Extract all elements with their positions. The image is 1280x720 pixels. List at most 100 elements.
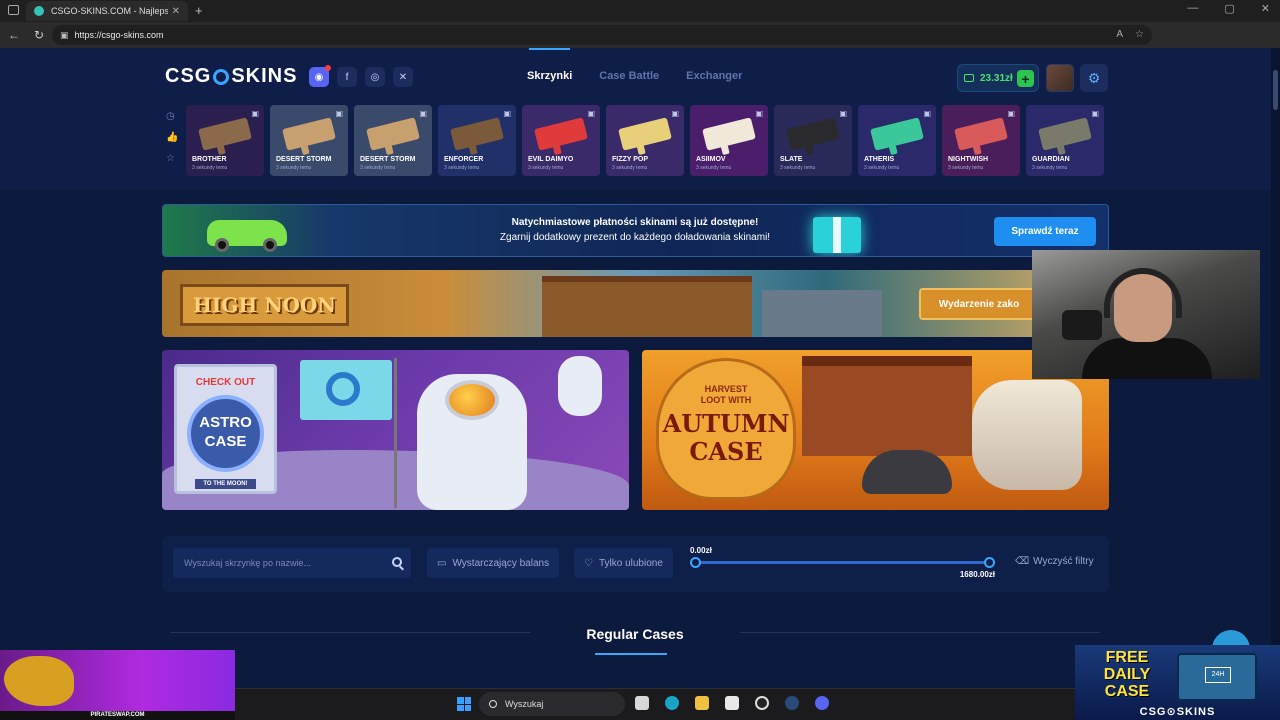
event-button[interactable]: Wydarzenie zako [919,288,1039,320]
live-drop-card[interactable]: ▣ SLATE 3 sekundy temu [774,105,852,176]
steam-icon[interactable] [785,696,799,710]
taskbar-search[interactable]: Wyszukaj [479,692,625,716]
sack-illustration [862,450,952,494]
star-icon[interactable]: ☆ [166,153,178,164]
instagram-icon[interactable]: ◎ [365,67,385,87]
tab-actions-icon[interactable] [8,5,19,15]
balance-widget[interactable]: 23.31zł + [957,64,1039,92]
live-drop-card[interactable]: ▣ ATHERIS 3 sekundy temu [858,105,936,176]
x-icon[interactable]: ✕ [393,67,413,87]
enough-balance-toggle[interactable]: ▭ Wystarczający balans [427,548,560,578]
weapon-skin-image [450,117,504,151]
barn-illustration [802,356,972,456]
price-min-label: 0.00zł [690,546,712,555]
live-drop-card[interactable]: ▣ DESERT STORM 3 sekundy temu [354,105,432,176]
astro-case-promo[interactable]: CHECK OUT ASTRO CASE TO THE MOON! [162,350,629,510]
discord-icon[interactable]: ◉ [309,65,331,87]
case-link-icon[interactable]: ▣ [755,109,763,118]
user-avatar[interactable] [1046,64,1074,92]
minimize-button[interactable]: — [1187,2,1198,15]
browser-tab[interactable]: CSGO-SKINS.COM - Najlepsze Sk ✕ [26,1,188,21]
drop-skin-name: NIGHTWISH [948,156,989,163]
thumbs-up-icon[interactable]: 👍 [166,132,178,143]
obs-icon[interactable] [755,696,769,710]
live-drop-card[interactable]: ▣ GUARDIAN 3 sekundy temu [1026,105,1104,176]
enough-balance-label: Wystarczający balans [452,557,550,569]
case-link-icon[interactable]: ▣ [251,109,259,118]
discord-app-icon[interactable] [815,696,829,710]
parrot-illustration [4,656,74,706]
case-link-icon[interactable]: ▣ [335,109,343,118]
heart-icon: ♡ [584,557,593,569]
new-tab-button[interactable]: + [195,3,203,18]
close-window-button[interactable]: ✕ [1261,2,1270,15]
drop-time: 3 sekundy temu [864,165,900,171]
taskbar-search-icon [489,700,497,708]
case-link-icon[interactable]: ▣ [923,109,931,118]
edge-icon[interactable] [665,696,679,710]
high-noon-event-banner[interactable]: HIGH NOON Wydarzenie zako [162,270,1109,337]
site-logo[interactable]: CSG SKINS [165,65,297,88]
nav-tab-exchanger[interactable]: Exchanger [686,70,742,82]
car-wheel-front [215,238,229,252]
nav-tab-cases[interactable]: Skrzynki [527,48,572,82]
task-view-icon[interactable] [635,696,649,710]
payments-text: Natychmiastowe płatności skinami są już … [463,215,807,245]
logo-text-right: SKINS [231,65,298,87]
case-link-icon[interactable]: ▣ [671,109,679,118]
address-bar-row: ← ↻ ▣ https://csgo-skins.com A ☆ ⚙ ☰ ● ⋯ [0,22,1280,62]
nav-tab-case-battle[interactable]: Case Battle [599,70,659,82]
favorite-star-icon[interactable]: ☆ [1135,29,1144,40]
windows-start-icon[interactable] [457,697,471,711]
live-drop-card[interactable]: ▣ DESERT STORM 3 sekundy temu [270,105,348,176]
file-explorer-icon[interactable] [695,696,709,710]
skin-payments-banner: Natychmiastowe płatności skinami są już … [162,204,1109,257]
clear-filters-button[interactable]: ⌫ Wyczyść filtry [1015,556,1094,567]
page-scrollbar[interactable] [1271,48,1280,688]
wallet-icon: ▭ [437,557,447,569]
favorites-only-toggle[interactable]: ♡ Tylko ulubione [574,548,673,578]
live-drop-card[interactable]: ▣ EVIL DAIMYO 3 sekundy temu [522,105,600,176]
case-link-icon[interactable]: ▣ [839,109,847,118]
live-drop-card[interactable]: ▣ BROTHER 3 sekundy temu [186,105,264,176]
site-info-icon[interactable]: ▣ [60,30,69,41]
autumn-case-title: AUTUMN CASE [662,409,790,466]
tab-close-icon[interactable]: ✕ [172,6,180,17]
live-drop-card[interactable]: ▣ FIZZY POP 3 sekundy temu [606,105,684,176]
back-icon[interactable]: ← [8,28,20,42]
url-field[interactable]: ▣ https://csgo-skins.com A ☆ [52,25,1152,45]
case-search-input[interactable] [173,548,383,578]
live-drop-card[interactable]: ▣ ENFORCER 3 sekundy temu [438,105,516,176]
site-favicon-icon [34,6,44,16]
case-link-icon[interactable]: ▣ [587,109,595,118]
refresh-icon[interactable]: ↻ [34,28,44,42]
drop-skin-name: DESERT STORM [276,156,332,163]
clock-icon[interactable]: ◷ [166,111,178,122]
case-link-icon[interactable]: ▣ [1091,109,1099,118]
case-link-icon[interactable]: ▣ [419,109,427,118]
case-link-icon[interactable]: ▣ [1007,109,1015,118]
price-min-handle[interactable] [690,557,701,568]
live-drop-card[interactable]: ▣ ASIIMOV 3 sekundy temu [690,105,768,176]
add-funds-button[interactable]: + [1017,70,1034,87]
live-drop-card[interactable]: ▣ NIGHTWISH 3 sekundy temu [942,105,1020,176]
maximize-button[interactable]: ▢ [1224,2,1234,15]
case-link-icon[interactable]: ▣ [503,109,511,118]
drop-skin-name: DESERT STORM [360,156,416,163]
event-title: HIGH NOON [180,284,349,326]
price-max-handle[interactable] [984,557,995,568]
facebook-icon[interactable]: f [337,67,357,87]
payments-line-2: Zgarnij dodatkowy prezent do każdego doł… [499,232,771,243]
store-icon[interactable] [725,696,739,710]
nav-buttons: ← ↻ [8,28,44,42]
check-now-button[interactable]: Sprawdź teraz [994,217,1096,246]
search-icon[interactable] [392,557,402,567]
settings-gear-icon[interactable]: ⚙ [1080,64,1108,92]
flag-pole [394,358,397,508]
logo-text-left: CSG [165,65,212,87]
price-range-track[interactable] [694,561,991,564]
drop-time: 3 sekundy temu [360,165,396,171]
drop-skin-name: ENFORCER [444,156,484,163]
read-aloud-icon[interactable]: A [1116,29,1123,40]
scrollbar-thumb[interactable] [1273,70,1278,110]
